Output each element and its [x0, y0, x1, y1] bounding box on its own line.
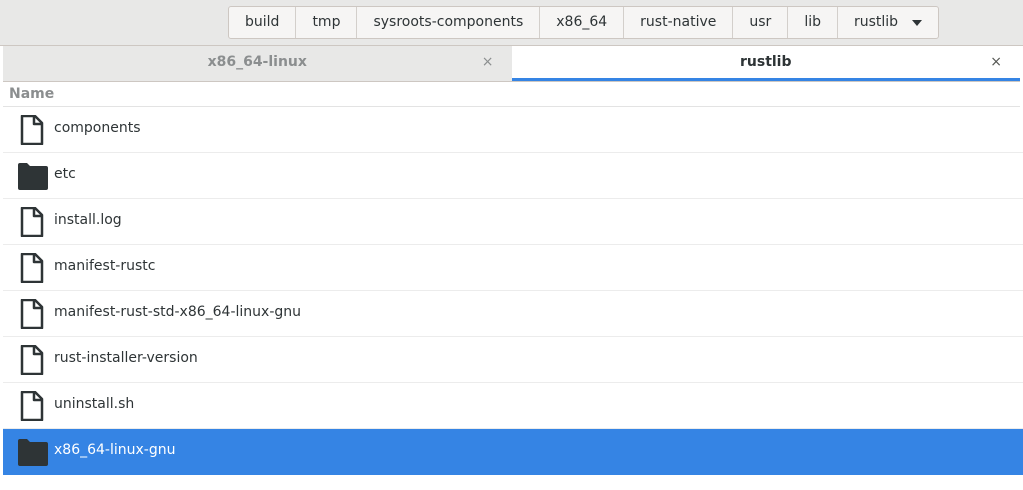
breadcrumb-current-label: rustlib: [853, 14, 899, 30]
breadcrumb-current-rustlib[interactable]: rustlib: [838, 7, 938, 38]
column-header-label: Name: [9, 86, 55, 102]
file-list: components etc install.log manifest-rust…: [3, 107, 1023, 475]
file-icon: [17, 344, 49, 376]
file-row[interactable]: components: [3, 107, 1023, 153]
breadcrumb-x86-64[interactable]: x86_64: [540, 7, 625, 38]
item-name: manifest-rust-std-x86_64-linux-gnu: [54, 304, 302, 320]
item-name: rust-installer-version: [54, 350, 198, 366]
item-name: uninstall.sh: [54, 396, 135, 412]
tab-bar: x86_64-linux × rustlib ×: [3, 46, 1020, 82]
file-icon: [17, 390, 49, 422]
folder-row[interactable]: x86_64-linux-gnu: [3, 429, 1023, 475]
file-icon: [17, 298, 49, 330]
breadcrumb-build[interactable]: build: [229, 7, 297, 38]
file-icon: [17, 206, 49, 238]
breadcrumb-sysroots-components[interactable]: sysroots-components: [357, 7, 541, 38]
tab-label: rustlib: [739, 54, 792, 70]
file-row[interactable]: rust-installer-version: [3, 337, 1023, 383]
chevron-down-icon[interactable]: [912, 19, 923, 26]
breadcrumb-lib[interactable]: lib: [788, 7, 838, 38]
file-manager-window: build tmp sysroots-components x86_64 rus…: [0, 0, 1023, 490]
tab-x86-64-linux[interactable]: x86_64-linux ×: [3, 46, 512, 81]
breadcrumb: build tmp sysroots-components x86_64 rus…: [228, 6, 940, 39]
breadcrumb-usr[interactable]: usr: [733, 7, 789, 38]
folder-row[interactable]: etc: [3, 153, 1023, 199]
tab-rustlib[interactable]: rustlib ×: [511, 46, 1020, 81]
breadcrumb-rust-native[interactable]: rust-native: [624, 7, 734, 38]
breadcrumb-tmp[interactable]: tmp: [296, 7, 358, 38]
item-name: etc: [54, 166, 76, 182]
item-name: x86_64-linux-gnu: [54, 442, 176, 458]
file-row[interactable]: uninstall.sh: [3, 383, 1023, 429]
column-header-name[interactable]: Name: [3, 82, 1020, 107]
close-icon[interactable]: ×: [482, 46, 494, 79]
file-icon: [17, 252, 49, 284]
header-bar: build tmp sysroots-components x86_64 rus…: [0, 0, 1023, 46]
file-row[interactable]: install.log: [3, 199, 1023, 245]
file-row[interactable]: manifest-rust-std-x86_64-linux-gnu: [3, 291, 1023, 337]
folder-icon: [17, 437, 49, 467]
close-icon[interactable]: ×: [990, 46, 1002, 79]
folder-icon: [17, 161, 49, 191]
file-icon: [17, 114, 49, 146]
item-name: manifest-rustc: [54, 258, 156, 274]
item-name: components: [54, 120, 141, 136]
item-name: install.log: [54, 212, 122, 228]
file-row[interactable]: manifest-rustc: [3, 245, 1023, 291]
tab-label: x86_64-linux: [207, 54, 307, 70]
